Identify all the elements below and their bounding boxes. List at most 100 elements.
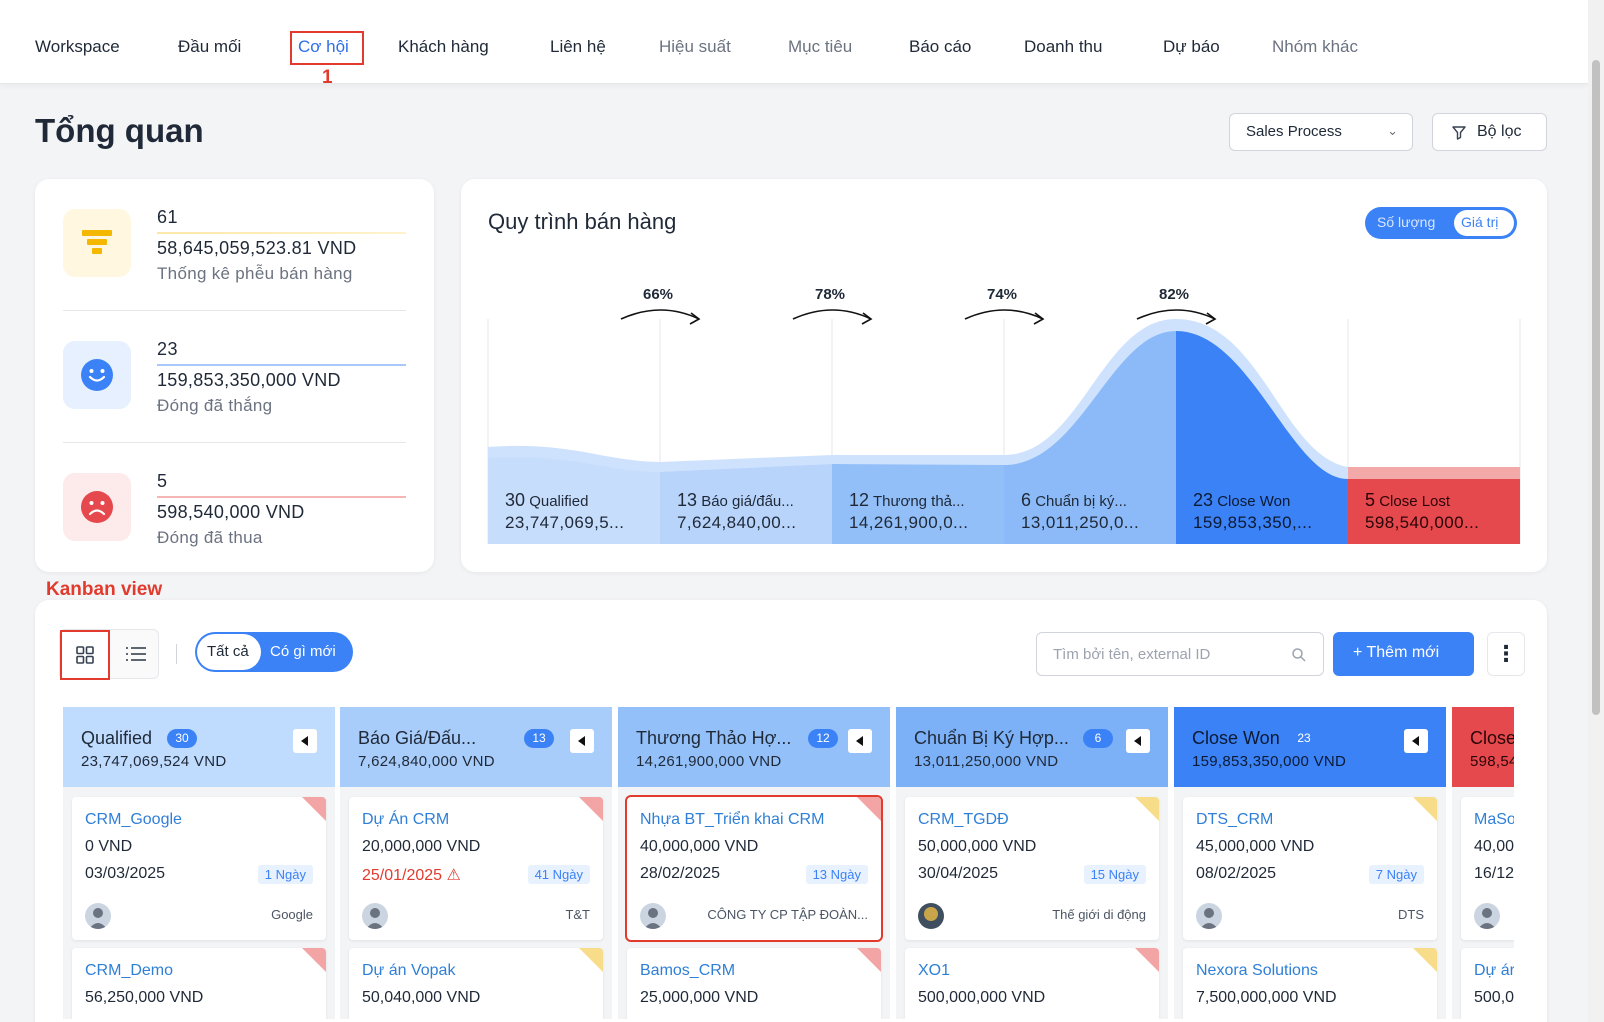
collapse-column-button[interactable] [1404, 729, 1428, 753]
stage-qualified[interactable]: 30 Qualified 23,747,069,5... [488, 490, 656, 533]
arrow-icon [620, 309, 700, 320]
deal-title[interactable]: CRM_Demo [85, 962, 173, 980]
column-header: Báo Giá/Đấu... 13 7,624,840,000 VND [340, 707, 612, 787]
column-body: Nhựa BT_Triển khai CRM 40,000,000 VND 28… [618, 787, 890, 1019]
deal-card[interactable]: Nexora Solutions 7,500,000,000 VND [1183, 948, 1437, 1019]
deal-card[interactable]: MaSo 40,00 16/12/ [1461, 797, 1514, 940]
funnel-icon-box [63, 209, 131, 277]
kebab-icon: ⋮ [1495, 641, 1517, 666]
nav-muc-tieu[interactable]: Mục tiêu [788, 37, 852, 57]
kanban-column: Thương Thảo Hợ... 12 14,261,900,000 VND … [618, 707, 890, 1019]
deal-card[interactable]: CRM_Demo 56,250,000 VND [72, 948, 326, 1019]
column-header: Close Won 23 159,853,350,000 VND [1174, 707, 1446, 787]
deal-card[interactable]: Bamos_CRM 25,000,000 VND [627, 948, 881, 1019]
deal-title[interactable]: Dự Án CRM [362, 811, 449, 829]
feed-filter: Tất cả Có gì mới [195, 632, 353, 672]
column-title: Chuẩn Bị Ký Hợp... [914, 728, 1069, 748]
deal-card[interactable]: DTS_CRM 45,000,000 VND 08/02/2025 7 Ngày… [1183, 797, 1437, 940]
column-count-badge: 30 [167, 729, 197, 748]
deal-card[interactable]: XO1 500,000,000 VND [905, 948, 1159, 1019]
stage-chuan-bi[interactable]: 6 Chuẩn bị ký... 13,011,250,0... [1004, 490, 1172, 533]
process-select[interactable]: Sales Process ⌄ [1229, 113, 1413, 151]
deal-card[interactable]: Dự án Vopak 50,040,000 VND [349, 948, 603, 1019]
deal-card[interactable]: CRM_Google 0 VND 03/03/2025 1 Ngày Googl… [72, 797, 326, 940]
search-placeholder: Tìm bởi tên, external ID [1053, 646, 1211, 663]
nav-nhom-khac[interactable]: Nhóm khác [1272, 37, 1358, 57]
days-badge: 41 Ngày [527, 865, 590, 884]
deal-title[interactable]: XO1 [918, 962, 950, 980]
sad-icon-box [63, 473, 131, 541]
search-input[interactable]: Tìm bởi tên, external ID [1036, 632, 1324, 676]
avatar [362, 903, 388, 929]
add-new-button[interactable]: + Thêm mới [1333, 632, 1474, 676]
vertical-scrollbar[interactable] [1588, 0, 1604, 1022]
stage-close-lost[interactable]: 5 Close Lost 598,540,000... [1348, 490, 1516, 533]
stat-line [157, 364, 406, 366]
stage-value: 159,853,350,... [1193, 513, 1313, 532]
nav-khach-hang[interactable]: Khách hàng [398, 37, 489, 57]
stage-count: 13 [677, 490, 698, 510]
deal-date: 08/02/2025 [1196, 865, 1277, 882]
kanban-view-button[interactable] [60, 630, 110, 680]
deal-title[interactable]: Nexora Solutions [1196, 962, 1318, 980]
deal-title[interactable]: MaSo [1474, 811, 1514, 829]
add-new-label: Thêm mới [1366, 644, 1440, 661]
list-view-button[interactable] [112, 630, 160, 678]
kanban-column: Qualified 30 23,747,069,524 VND CRM_Goog… [63, 707, 335, 1019]
column-title: Thương Thảo Hợ... [636, 728, 792, 748]
collapse-column-button[interactable] [1126, 729, 1150, 753]
deal-card[interactable]: CRM_TGDĐ 50,000,000 VND 30/04/2025 15 Ng… [905, 797, 1159, 940]
nav-dau-moi[interactable]: Đầu mối [178, 37, 241, 57]
more-menu-button[interactable]: ⋮ [1487, 632, 1525, 676]
list-icon [126, 647, 146, 661]
deal-card[interactable]: Dự Án CRM 20,000,000 VND 25/01/2025 ⚠ 41… [349, 797, 603, 940]
nav-hieu-suat[interactable]: Hiệu suất [659, 37, 731, 57]
active-tab-highlight [290, 31, 364, 65]
column-header: Chuẩn Bị Ký Hợp... 6 13,011,250,000 VND [896, 707, 1168, 787]
nav-workspace[interactable]: Workspace [35, 37, 120, 57]
annotation-1: 1 [322, 67, 333, 88]
filter-button[interactable]: Bộ lọc [1432, 113, 1547, 151]
deal-title[interactable]: Dự ár [1474, 962, 1514, 980]
filter-all[interactable]: Tất cả [197, 634, 261, 670]
company-name: CÔNG TY CP TẬP ĐOÀN... [707, 907, 868, 922]
collapse-column-button[interactable] [570, 729, 594, 753]
person-icon [1200, 908, 1218, 929]
deal-title[interactable]: Nhựa BT_Triển khai CRM [640, 811, 824, 829]
stat-line [157, 496, 406, 498]
deal-title[interactable]: CRM_Google [85, 811, 182, 829]
nav-du-bao[interactable]: Dự báo [1163, 37, 1220, 57]
filter-whats-new[interactable]: Có gì mới [270, 643, 336, 660]
stage-close-won[interactable]: 23 Close Won 159,853,350,... [1176, 490, 1344, 533]
deal-title[interactable]: DTS_CRM [1196, 811, 1273, 829]
stage-bao-gia[interactable]: 13 Báo giá/đấu... 7,624,840,00... [660, 490, 828, 533]
scrollbar-thumb[interactable] [1592, 60, 1600, 715]
days-badge: 15 Ngày [1083, 865, 1146, 884]
company-name: DTS [1398, 907, 1424, 922]
filter-icon [1452, 126, 1466, 140]
deal-title[interactable]: CRM_TGDĐ [918, 811, 1009, 829]
collapse-column-button[interactable] [293, 729, 317, 753]
stats-card: 61 58,645,059,523.81 VND Thống kê phễu b… [35, 179, 434, 572]
nav-bao-cao[interactable]: Báo cáo [909, 37, 971, 57]
nav-lien-he[interactable]: Liên hệ [550, 37, 606, 57]
conversion-rate: 82% [1159, 286, 1190, 303]
deal-card[interactable]: Dự ár 500,0 [1461, 948, 1514, 1019]
days-badge: 1 Ngày [257, 865, 313, 884]
conversion-rate: 66% [643, 286, 674, 303]
column-body: DTS_CRM 45,000,000 VND 08/02/2025 7 Ngày… [1174, 787, 1446, 1019]
deal-amount: 20,000,000 VND [362, 838, 481, 855]
chevron-down-icon: ⌄ [1387, 123, 1398, 138]
deal-title[interactable]: Bamos_CRM [640, 962, 735, 980]
column-body: CRM_TGDĐ 50,000,000 VND 30/04/2025 15 Ng… [896, 787, 1168, 1019]
stage-thuong-thao[interactable]: 12 Thương thả... 14,261,900,0... [832, 490, 1000, 533]
stage-name: Thương thả... [872, 493, 965, 510]
nav-doanh-thu[interactable]: Doanh thu [1024, 37, 1102, 57]
deal-amount: 500,0 [1474, 989, 1514, 1006]
column-header: Close 598,54 [1452, 707, 1514, 787]
caret-left-icon [578, 736, 585, 746]
deal-title[interactable]: Dự án Vopak [362, 962, 455, 980]
deal-card-highlighted[interactable]: Nhựa BT_Triển khai CRM 40,000,000 VND 28… [625, 795, 883, 942]
collapse-column-button[interactable] [848, 729, 872, 753]
stage-name: Báo giá/đấu... [701, 493, 794, 510]
